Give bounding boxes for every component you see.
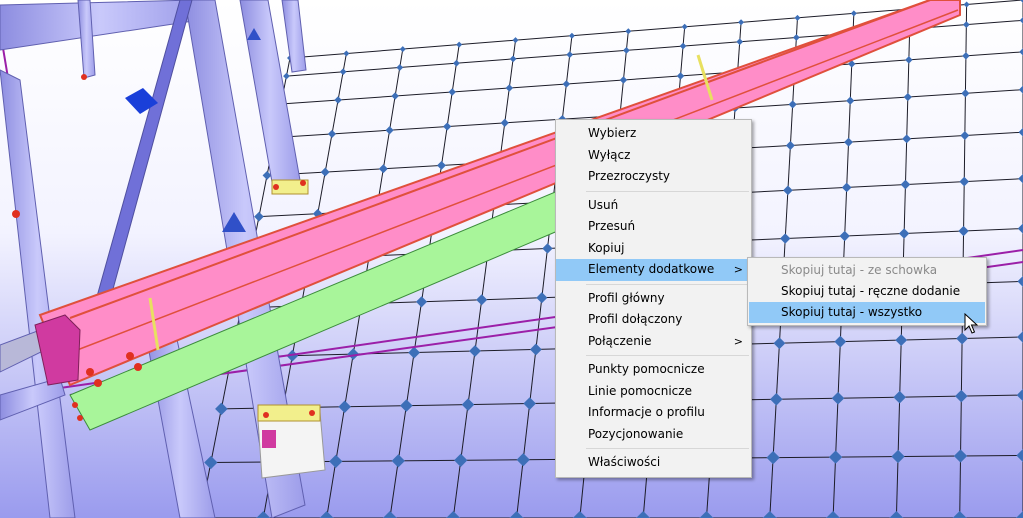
menu-item-label: Profil główny [588, 290, 665, 305]
menu-item-label: Profil dołączony [588, 312, 683, 326]
menu-item-punkty-pomocnicze[interactable]: Punkty pomocnicze [556, 359, 751, 381]
menu-item-label: Usuń [588, 197, 619, 212]
menu-item-label: Skopiuj tutaj - ze schowka [781, 263, 938, 277]
menu-item-label: Przezroczysty [588, 169, 671, 183]
menu-item-label: Informacje o profilu [588, 405, 705, 419]
menu-item-label: Skopiuj tutaj - wszystko [781, 305, 923, 319]
menu-item-label: Wyłącz [588, 147, 631, 162]
menu-item-label: Kopiuj [588, 240, 625, 255]
menu-item-label: Pozycjonowanie [588, 426, 684, 441]
menu-item-profil-dolaczony[interactable]: Profil dołączony [556, 309, 751, 331]
menu-item-pozycjonowanie[interactable]: Pozycjonowanie [556, 424, 751, 446]
menu-item-elementy-dodatkowe[interactable]: Elementy dodatkowe > [556, 259, 751, 281]
menu-item-przezroczysty[interactable]: Przezroczysty [556, 166, 751, 188]
menu-separator [586, 283, 749, 285]
menu-separator [586, 190, 749, 192]
submenu-item-ze-schowka: Skopiuj tutaj - ze schowka [749, 260, 985, 281]
base-anchor [262, 430, 276, 448]
menu-item-label: Punkty pomocnicze [588, 362, 705, 376]
menu-item-label: Przesuń [588, 219, 636, 233]
menu-item-label: Właściwości [588, 455, 661, 469]
submenu-arrow-icon: > [733, 263, 743, 276]
menu-item-wlasciwosci[interactable]: Właściwości [556, 452, 751, 474]
menu-item-polaczenie[interactable]: Połączenie > [556, 331, 751, 353]
submenu-item-reczne-dodanie[interactable]: Skopiuj tutaj - ręczne dodanie [749, 281, 985, 302]
menu-item-linie-pomocnicze[interactable]: Linie pomocnicze [556, 381, 751, 403]
menu-item-label: Wybierz [588, 126, 637, 140]
menu-item-informacje-o-profilu[interactable]: Informacje o profilu [556, 402, 751, 424]
menu-item-usun[interactable]: Usuń [556, 195, 751, 217]
menu-separator [586, 355, 749, 356]
menu-item-wylacz[interactable]: Wyłącz [556, 145, 751, 167]
menu-item-profil-glowny[interactable]: Profil główny [556, 288, 751, 310]
menu-item-kopiuj[interactable]: Kopiuj [556, 238, 751, 260]
menu-item-przesun[interactable]: Przesuń [556, 216, 751, 238]
submenu-arrow-icon: > [733, 334, 743, 348]
menu-item-label: Skopiuj tutaj - ręczne dodanie [781, 284, 961, 298]
menu-item-label: Połączenie [588, 333, 652, 348]
menu-separator [586, 448, 749, 449]
submenu-item-wszystko[interactable]: Skopiuj tutaj - wszystko [749, 302, 985, 323]
context-menu: Wybierz Wyłącz Przezroczysty Usuń Przesu… [555, 119, 752, 478]
menu-item-label: Elementy dodatkowe [588, 262, 715, 276]
menu-item-wybierz[interactable]: Wybierz [556, 123, 751, 145]
menu-item-label: Linie pomocnicze [588, 383, 692, 398]
mouse-cursor-icon [964, 313, 978, 334]
submenu-elementy-dodatkowe: Skopiuj tutaj - ze schowka Skopiuj tutaj… [747, 257, 987, 326]
